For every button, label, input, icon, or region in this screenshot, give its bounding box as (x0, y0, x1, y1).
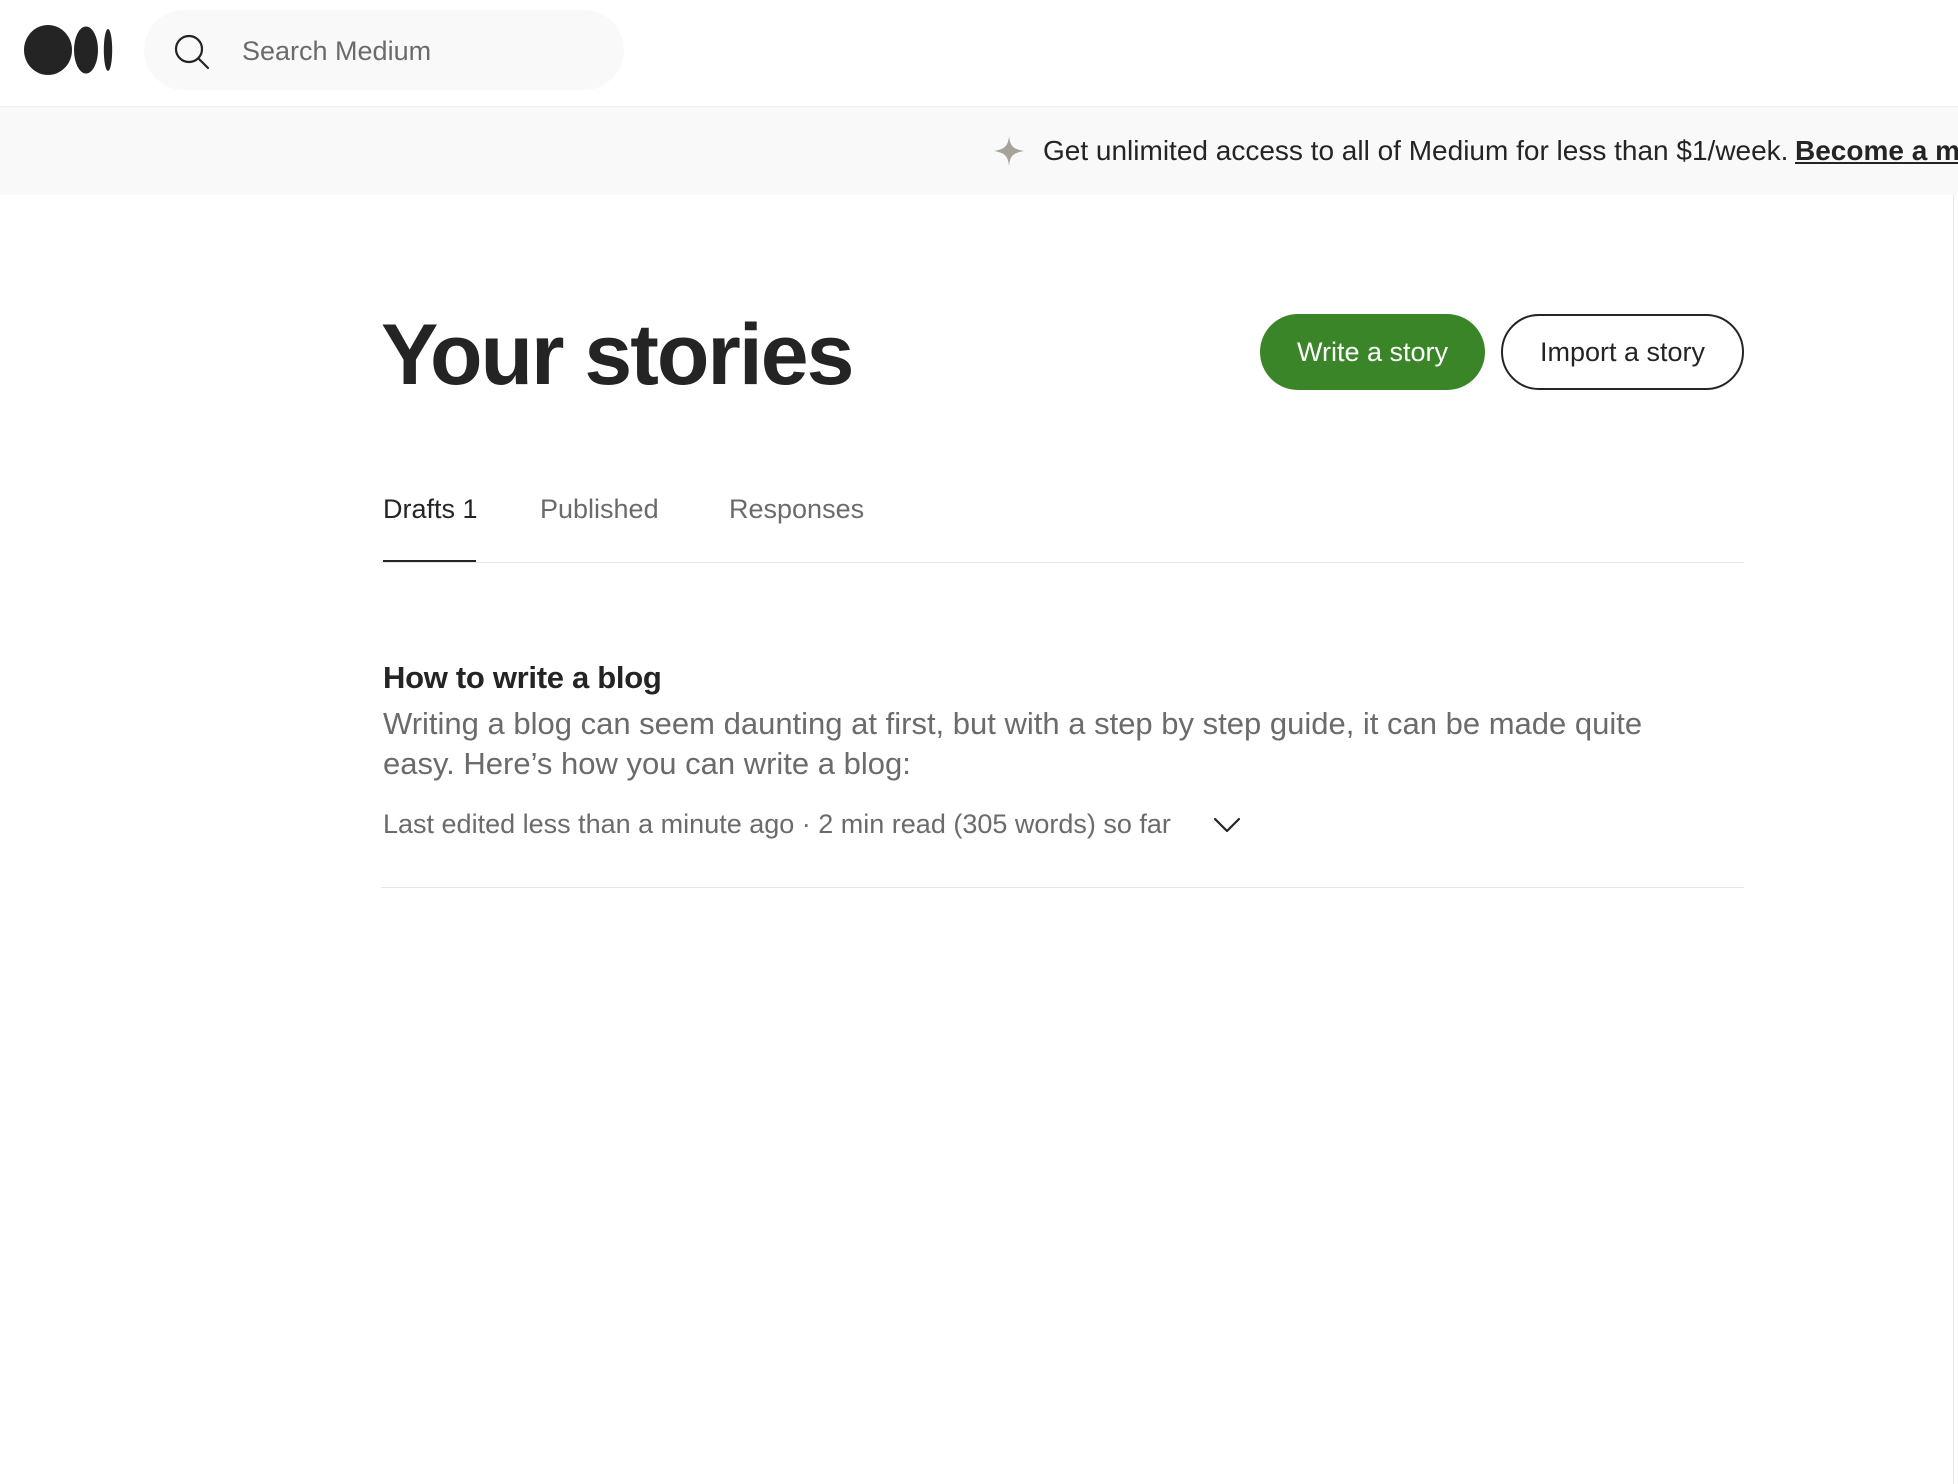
search-input[interactable] (240, 10, 614, 92)
import-story-button[interactable]: Import a story (1501, 314, 1744, 390)
become-member-link[interactable]: Become a me (1795, 107, 1958, 195)
tab-drafts[interactable]: Drafts 1 (383, 470, 478, 562)
membership-banner: Get unlimited access to all of Medium fo… (0, 107, 1958, 195)
medium-logo-icon[interactable] (24, 25, 114, 75)
story-title[interactable]: How to write a blog (383, 660, 662, 696)
stories-tabs: Drafts 1 Published Responses (381, 470, 1744, 563)
sparkle-icon (994, 136, 1024, 166)
story-item: How to write a blog Writing a blog can s… (381, 652, 1744, 888)
page-divider (1953, 195, 1954, 1484)
search-icon (174, 34, 210, 70)
banner-text: Get unlimited access to all of Medium fo… (1043, 135, 1789, 166)
top-navbar (0, 0, 1958, 107)
search-box[interactable] (144, 10, 624, 92)
page-title: Your stories (381, 307, 854, 403)
story-meta: Last edited less than a minute ago · 2 m… (383, 809, 1171, 839)
story-excerpt: Writing a blog can seem daunting at firs… (383, 706, 1643, 781)
tab-published[interactable]: Published (540, 470, 659, 562)
tab-responses[interactable]: Responses (729, 470, 864, 562)
chevron-down-icon[interactable] (1211, 813, 1243, 837)
write-story-button[interactable]: Write a story (1260, 314, 1485, 390)
